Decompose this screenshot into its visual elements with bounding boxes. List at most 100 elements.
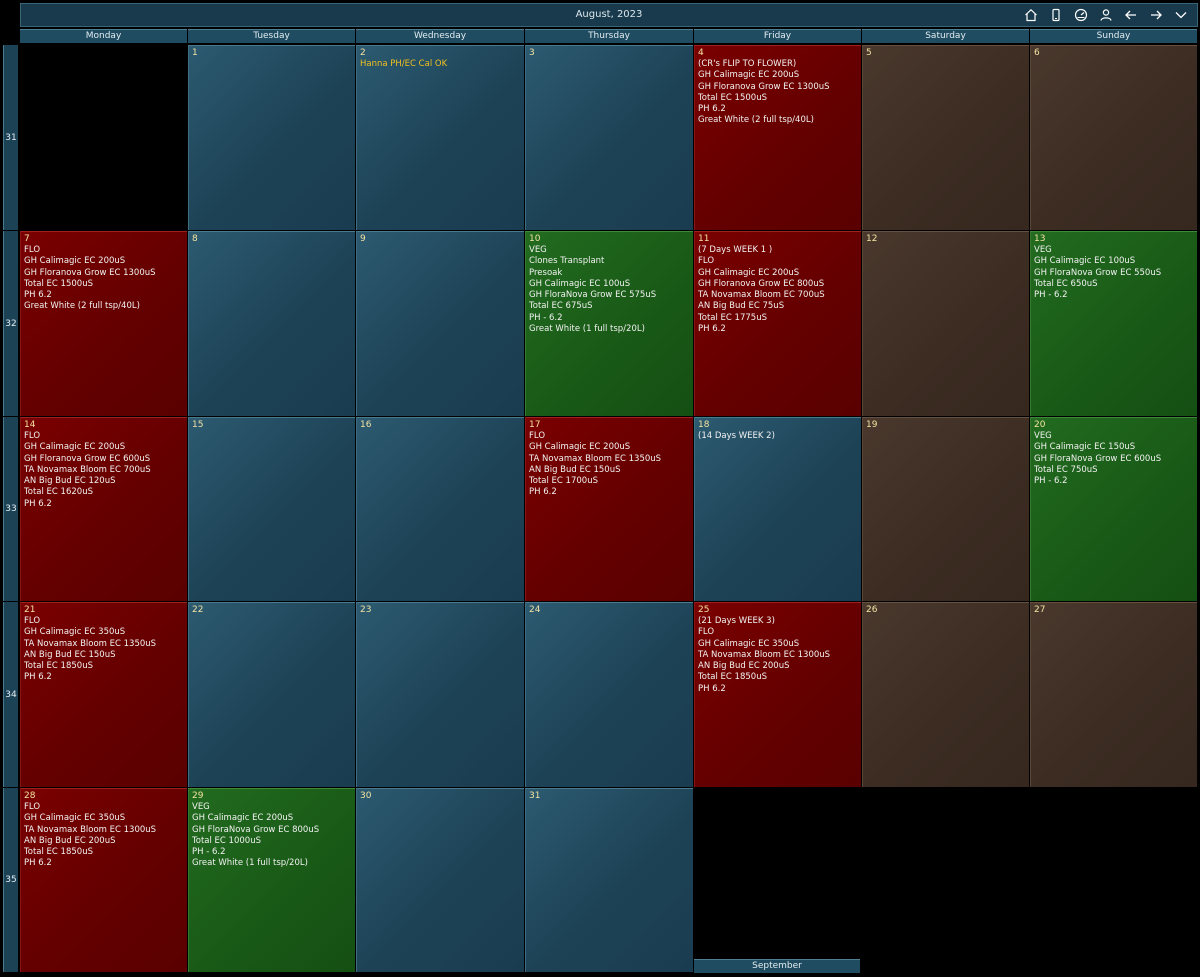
day-cell-31[interactable]: 31 [525,788,693,972]
day-number: 14 [24,420,36,430]
user-icon[interactable] [1093,4,1118,26]
event-line: (7 Days WEEK 1 ) [698,245,773,255]
day-cell-3[interactable]: 3 [525,45,693,230]
day-cell-8[interactable]: 8 [188,231,355,416]
arrow-right-icon[interactable] [1143,4,1168,26]
day-number: 10 [529,234,541,244]
day-cell-6[interactable]: 6 [1030,45,1197,230]
day-number: 13 [1034,234,1046,244]
day-number: 27 [1034,605,1046,615]
day-cell-5[interactable]: 5 [862,45,1029,230]
day-number: 6 [1034,48,1040,58]
day-cell-28[interactable]: 28 FLO GH Calimagic EC 350uS TA Novamax Blo… [20,788,187,972]
day-cell-22[interactable]: 22 [188,602,355,787]
week-number[interactable]: 35 [3,788,18,972]
day-cell-21[interactable]: 21 FLO GH Calimagic EC 350uS TA Novamax Blo… [20,602,187,787]
weekday-header-wednesday: Wednesday [356,29,524,43]
day-cell-25[interactable]: 25 (21 Days WEEK 3) FLO GH Calimagic EC 350… [694,602,861,787]
event-line: GH Calimagic EC 200uS [529,442,631,453]
event-line: (21 Days WEEK 3) [698,616,775,626]
day-cell-16[interactable]: 16 [356,417,524,601]
day-cell-19[interactable]: 19 [862,417,1029,601]
day-cell-12[interactable]: 12 [862,231,1029,416]
home-icon[interactable] [1018,4,1043,26]
week-number[interactable]: 31 [3,45,18,230]
phone-icon[interactable] [1043,4,1068,26]
day-cell-10[interactable]: 10 VEG Clones Transplant Presoak GH Calimagi… [525,231,693,416]
calendar-app: August, 2023 Monday Tuesday Wednesday Th… [0,0,1200,977]
day-cell-18[interactable]: 18 (14 Days WEEK 2) [694,417,861,601]
day-cell-13[interactable]: 13 VEG GH Calimagic EC 100uS GH FloraNova G… [1030,231,1197,416]
day-number: 7 [24,234,30,244]
event-line: PH 6.2 [698,683,726,694]
event-line: VEG [529,245,547,255]
event-line: Total EC 1500uS [24,278,93,289]
event-line: PH 6.2 [24,290,52,301]
empty-day-cell [20,45,187,230]
day-cell-11[interactable]: 11 (7 Days WEEK 1 ) FLO GH Calimagic EC 200… [694,231,861,416]
event-line: PH 6.2 [24,858,52,869]
event-line: Total EC 650uS [1034,278,1098,289]
day-cell-15[interactable]: 15 [188,417,355,601]
day-cell-4[interactable]: 4 (CR's FLIP TO FLOWER) GH Calimagic EC 20… [694,45,861,230]
toolbar [1018,4,1193,26]
day-cell-17[interactable]: 17 FLO GH Calimagic EC 200uS TA Novamax Blo… [525,417,693,601]
event-line: GH Calimagic EC 100uS [529,278,631,289]
day-cell-20[interactable]: 20 VEG GH Calimagic EC 150uS GH FloraNova G… [1030,417,1197,601]
event-line: Total EC 1850uS [698,672,767,683]
event-line: Total EC 1620uS [24,487,93,498]
day-number: 3 [529,48,535,58]
weekday-header-tuesday: Tuesday [188,29,355,43]
weekday-header-thursday: Thursday [525,29,693,43]
event-line: GH Floranova Grow EC 1300uS [24,267,156,278]
day-number: 2 [360,48,366,58]
day-cell-7[interactable]: 7 FLO GH Calimagic EC 200uS GH Floranova Gr… [20,231,187,416]
day-number: 31 [529,791,541,801]
chevron-down-icon[interactable] [1168,4,1193,26]
event-line: GH Floranova Grow EC 1300uS [698,81,830,92]
day-number: 24 [529,605,541,615]
event-line: GH Calimagic EC 350uS [698,638,800,649]
event-line: Presoak [529,267,563,278]
next-month-label[interactable]: September [694,959,860,973]
day-cell-30[interactable]: 30 [356,788,524,972]
event-line: FLO [24,802,41,812]
day-cell-24[interactable]: 24 [525,602,693,787]
day-cell-1[interactable]: 1 [188,45,355,230]
day-number: 5 [866,48,872,58]
day-number: 12 [866,234,878,244]
event-line: Great White (1 full tsp/20L) [529,324,645,335]
event-line: PH 6.2 [24,498,52,509]
gauge-icon[interactable] [1068,4,1093,26]
event-line: AN Big Bud EC 150uS [24,649,116,660]
week-number[interactable]: 33 [3,417,18,601]
day-number: 11 [698,234,710,244]
week-number[interactable]: 32 [3,231,18,416]
week-number[interactable]: 34 [3,602,18,787]
day-number: 22 [192,605,204,615]
weekday-header-monday: Monday [20,29,187,43]
day-cell-2[interactable]: 2 Hanna PH/EC Cal OK [356,45,524,230]
event-line: VEG [1034,431,1052,441]
empty-day-cell [694,788,861,972]
event-line: TA Novamax Bloom EC 700uS [24,464,151,475]
weekday-header-sunday: Sunday [1030,29,1197,43]
day-cell-26[interactable]: 26 [862,602,1029,787]
event-line: Total EC 675uS [529,301,593,312]
event-line: FLO [24,616,41,626]
event-line: GH Calimagic EC 200uS [698,70,800,81]
event-line: GH Calimagic EC 200uS [24,256,126,267]
day-note: Hanna PH/EC Cal OK [360,59,448,69]
arrow-left-icon[interactable] [1118,4,1143,26]
event-line: FLO [529,431,546,441]
event-line: TA Novamax Bloom EC 1300uS [24,824,157,835]
day-cell-29[interactable]: 29 VEG GH Calimagic EC 200uS GH FloraNova G… [188,788,355,972]
event-line: Total EC 1700uS [529,476,598,487]
day-cell-9[interactable]: 9 [356,231,524,416]
day-number: 26 [866,605,878,615]
day-cell-14[interactable]: 14 FLO GH Calimagic EC 200uS GH Floranova G… [20,417,187,601]
event-line: GH FloraNova Grow EC 600uS [1034,453,1162,464]
event-line: Great White (2 full tsp/40L) [24,301,140,312]
day-cell-27[interactable]: 27 [1030,602,1197,787]
day-cell-23[interactable]: 23 [356,602,524,787]
